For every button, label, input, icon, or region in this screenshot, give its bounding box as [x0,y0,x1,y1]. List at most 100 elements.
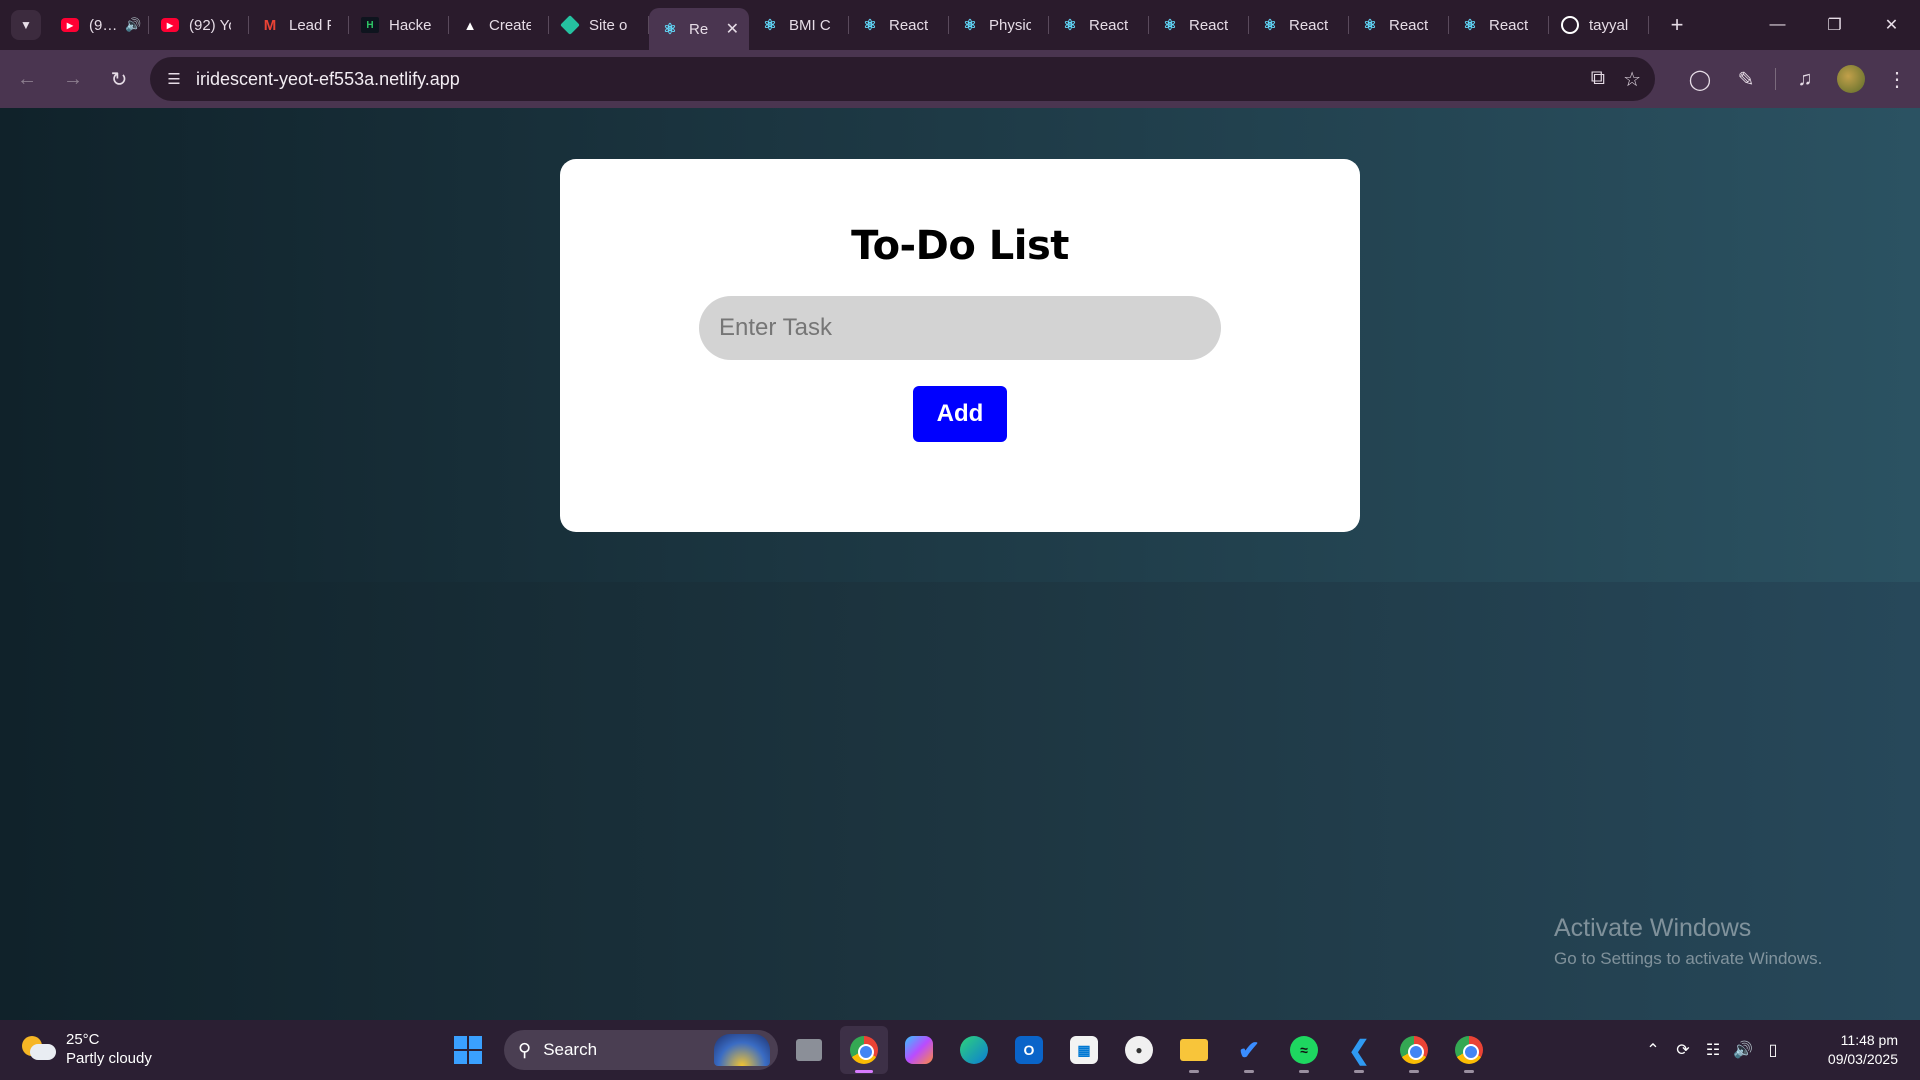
browser-tab[interactable]: ▶ (9… 🔊 [49,0,149,50]
search-icon: ⚲ [518,1039,532,1060]
react-icon: ⚛ [1463,17,1477,34]
media-control-icon[interactable]: ♫ [1782,56,1828,102]
tab-search-button[interactable]: ▼ [11,10,41,40]
address-bar[interactable]: ☰ iridescent-yeot-ef553a.netlify.app ⧉ ☆ [150,57,1655,101]
add-button[interactable]: Add [913,386,1007,442]
react-icon: ⚛ [1363,17,1377,34]
extension-icon[interactable]: ◯ [1677,56,1723,102]
browser-tab[interactable]: H Hacke [349,0,449,50]
react-icon: ⚛ [663,21,677,38]
windows-start-icon[interactable] [444,1026,492,1074]
taskbar-search[interactable]: ⚲ Search [504,1030,778,1070]
browser-tab[interactable]: ⚛ React [1149,0,1249,50]
tab-title: tayyal [1589,16,1629,34]
activate-windows-watermark: Activate Windows Go to Settings to activ… [1554,914,1822,969]
clock-time: 11:48 pm [1840,1032,1898,1048]
reload-button[interactable]: ↻ [100,60,138,98]
file-explorer-taskbar-button[interactable] [1170,1026,1218,1074]
url-text[interactable]: iridescent-yeot-ef553a.netlify.app [196,69,460,90]
browser-tab-bar: ▼ ▶ (9… 🔊 ▶ (92) Yo M Lead F H Hacke ▲ C… [0,0,1920,50]
browser-tab[interactable]: ▲ Create [449,0,549,50]
chevron-up-icon[interactable]: ⌃ [1638,1040,1668,1060]
new-tab-button[interactable]: + [1659,7,1695,43]
chrome-icon [850,1036,878,1064]
store-taskbar-button[interactable]: ▦ [1060,1026,1108,1074]
menu-kebab-icon[interactable]: ⋮ [1874,56,1920,102]
task-view-button[interactable] [785,1026,833,1074]
tab-title: React [1189,16,1229,34]
browser-tab[interactable]: ▶ (92) Yo [149,0,249,50]
tab-title: (9… [89,16,118,34]
install-app-icon[interactable]: ⧉ [1591,67,1605,92]
microsoft-store-icon: ▦ [1070,1036,1098,1064]
taskbar-apps: ⚲ Search O ▦ ● ✔ ≈ ❮ [444,1026,1493,1074]
key-app-taskbar-button[interactable]: ● [1115,1026,1163,1074]
toolbar-divider [1775,68,1776,90]
browser-tab[interactable]: ⚛ React [849,0,949,50]
weather-widget[interactable]: 25°C Partly cloudy [22,1030,152,1068]
volume-icon[interactable]: 🔊 [1728,1040,1758,1060]
extensions-puzzle-icon[interactable]: ✎ [1723,56,1769,102]
react-icon: ⚛ [1163,17,1177,34]
site-info-icon[interactable]: ☰ [160,65,188,93]
tab-title: React [1489,16,1529,34]
weather-temperature: 25°C [66,1031,100,1048]
close-window-button[interactable]: ✕ [1863,0,1920,50]
watermark-subtitle: Go to Settings to activate Windows. [1554,949,1823,968]
plus-icon: + [1670,12,1684,37]
outlook-taskbar-button[interactable]: O [1005,1026,1053,1074]
wifi-icon[interactable]: ☷ [1698,1040,1728,1060]
toolbar-actions: ◯ ✎ ♫ ⋮ [1677,50,1920,108]
bookmark-star-icon[interactable]: ☆ [1623,67,1641,92]
window-controls: — ❐ ✕ [1749,0,1920,50]
speaker-icon[interactable]: 🔊 [125,17,141,33]
tab-title: Hacke [389,16,431,34]
search-highlight-icon [714,1034,770,1066]
sync-icon[interactable]: ⟳ [1668,1040,1698,1060]
chrome-profile2-taskbar-button[interactable] [1445,1026,1493,1074]
spotify-icon: ≈ [1290,1036,1318,1064]
folder-icon [1180,1039,1208,1061]
tab-title: Physic [989,16,1031,34]
edge-taskbar-button[interactable] [950,1026,998,1074]
browser-tab[interactable]: ⚛ Physic [949,0,1049,50]
browser-tab[interactable]: M Lead F [249,0,349,50]
tab-title: React [889,16,929,34]
chrome-taskbar-button[interactable] [840,1026,888,1074]
copilot-icon [905,1036,933,1064]
vscode-taskbar-button[interactable]: ❮ [1335,1026,1383,1074]
back-button[interactable]: ← [8,60,46,98]
youtube-icon: ▶ [161,18,179,32]
battery-icon[interactable]: ▯ [1758,1040,1788,1060]
browser-tab[interactable]: ⚛ React [1449,0,1549,50]
spotify-taskbar-button[interactable]: ≈ [1280,1026,1328,1074]
browser-tab[interactable]: ⚛ React [1349,0,1449,50]
restore-button[interactable]: ❐ [1806,0,1863,50]
todo-taskbar-button[interactable]: ✔ [1225,1026,1273,1074]
task-input[interactable] [699,296,1221,360]
tab-title: Lead F [289,16,331,34]
tab-title: React [1289,16,1329,34]
browser-tab-active[interactable]: ⚛ Re ✕ [649,8,749,50]
profile-avatar-button[interactable] [1828,56,1874,102]
browser-tab[interactable]: Site o [549,0,649,50]
chrome-profile-taskbar-button[interactable] [1390,1026,1438,1074]
restore-icon: ❐ [1827,17,1842,34]
close-icon[interactable]: ✕ [726,19,739,39]
browser-tab[interactable]: ⚛ React [1049,0,1149,50]
react-icon: ⚛ [963,17,977,34]
chrome-icon [1400,1036,1428,1064]
arrow-left-icon: ← [17,67,37,90]
minimize-button[interactable]: — [1749,0,1806,50]
watermark-title: Activate Windows [1554,914,1752,942]
clock[interactable]: 11:48 pm 09/03/2025 [1788,1031,1898,1069]
browser-tab[interactable]: ⚛ React [1249,0,1349,50]
tab-title: Create [489,16,531,34]
browser-tab[interactable]: tayyal [1549,0,1649,50]
copilot-taskbar-button[interactable] [895,1026,943,1074]
browser-tab[interactable]: ⚛ BMI C [749,0,849,50]
tab-strip: ▶ (9… 🔊 ▶ (92) Yo M Lead F H Hacke ▲ Cre… [49,0,1649,50]
forward-button[interactable]: → [54,60,92,98]
close-icon: ✕ [1884,17,1899,34]
react-icon: ⚛ [1063,17,1077,34]
